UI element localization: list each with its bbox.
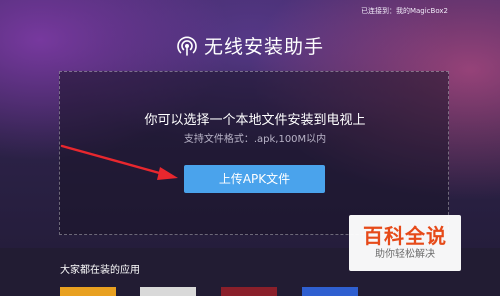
upload-panel: 你可以选择一个本地文件安装到电视上 支持文件格式：.apk,100M以内 上传A… (59, 71, 449, 235)
app-thumbnail[interactable] (60, 287, 116, 296)
supported-formats-text: 支持文件格式：.apk,100M以内 (183, 134, 327, 145)
watermark-subtitle: 助你轻松解决 (375, 249, 435, 260)
app-thumbnail[interactable] (302, 287, 358, 296)
baike-watermark: 百科全说 助你轻松解决 (349, 215, 461, 271)
upload-apk-button[interactable]: 上传APK文件 (184, 165, 325, 193)
upload-instruction: 你可以选择一个本地文件安装到电视上 (144, 113, 366, 128)
page-title: 无线安装助手 (203, 35, 324, 58)
wifi-signal-icon (176, 34, 198, 56)
app-thumbnail[interactable] (140, 287, 196, 296)
app-thumbnail[interactable] (221, 287, 277, 296)
watermark-title: 百科全说 (363, 224, 447, 248)
popular-apps-title: 大家都在装的应用 (60, 265, 140, 276)
page-header: 无线安装助手 (0, 28, 500, 62)
connection-status: 已连接到：我的MagicBox2 (360, 7, 448, 15)
